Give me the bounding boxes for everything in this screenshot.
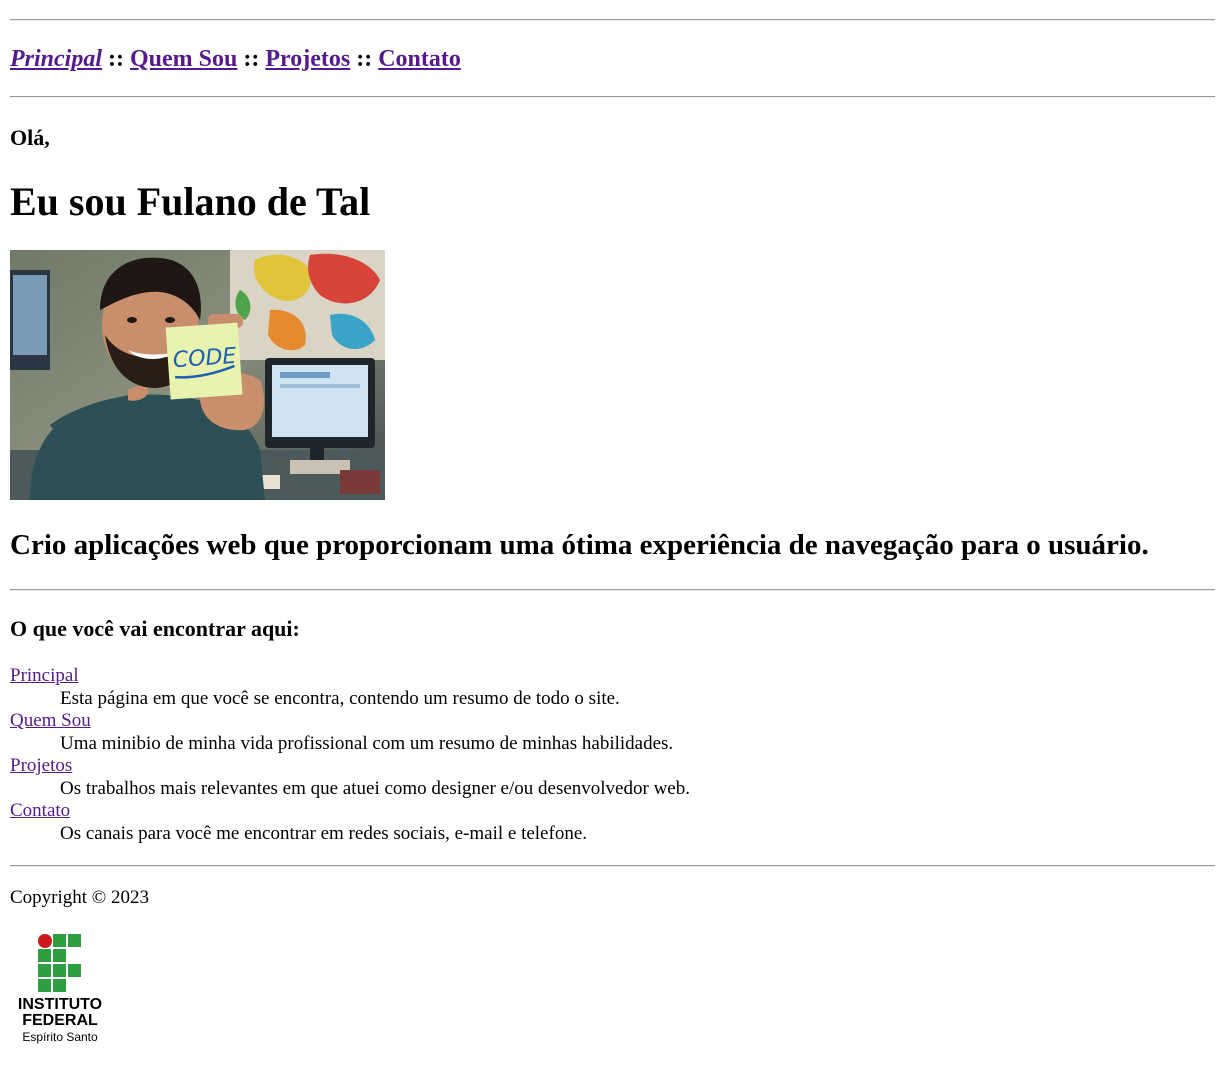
list-item-description: Os trabalhos mais relevantes em que atue…: [60, 777, 690, 799]
nav-separator: ::: [356, 46, 373, 72]
site-sections-list: Principal Esta página em que você se enc…: [10, 665, 690, 845]
ifes-logo: INSTITUTO FEDERAL Espírito Santo: [12, 932, 112, 1052]
logo-line-espirito-santo: Espírito Santo: [22, 1030, 98, 1044]
nav-link-contato[interactable]: Contato: [378, 46, 461, 72]
top-divider: [10, 19, 1215, 21]
nav-link-projetos[interactable]: Projetos: [265, 46, 350, 72]
list-item-description: Uma minibio de minha vida profissional c…: [60, 732, 674, 754]
logo-line-federal: FEDERAL: [22, 1012, 98, 1029]
nav-divider: [10, 96, 1215, 98]
term-link-projetos[interactable]: Projetos: [10, 755, 72, 776]
term-link-principal[interactable]: Principal: [10, 665, 79, 686]
list-item-term: Principal: [10, 665, 690, 688]
main-nav: Principal :: Quem Sou :: Projetos :: Con…: [10, 46, 461, 73]
list-item-term: Contato: [10, 800, 690, 823]
section-heading: O que você vai encontrar aqui:: [10, 616, 300, 641]
list-item-description: Os canais para você me encontrar em rede…: [60, 822, 587, 844]
greeting: Olá,: [10, 125, 50, 150]
list-item-term: Projetos: [10, 755, 690, 778]
list-item-description: Esta página em que você se encontra, con…: [60, 687, 620, 709]
page-title: Eu sou Fulano de Tal: [10, 179, 371, 224]
term-link-contato[interactable]: Contato: [10, 800, 70, 821]
nav-separator: ::: [243, 46, 260, 72]
nav-link-quem-sou[interactable]: Quem Sou: [130, 46, 237, 72]
footer-divider: [10, 865, 1215, 867]
tagline-divider: [10, 589, 1215, 591]
nav-link-principal[interactable]: Principal: [10, 46, 102, 72]
profile-photo: CODE: [10, 250, 385, 500]
list-item-term: Quem Sou: [10, 710, 690, 733]
tagline: Crio aplicações web que proporcionam uma…: [10, 529, 1149, 561]
copyright-text: Copyright © 2023: [10, 887, 149, 908]
term-link-quem-sou[interactable]: Quem Sou: [10, 710, 91, 731]
nav-separator: ::: [108, 46, 124, 72]
